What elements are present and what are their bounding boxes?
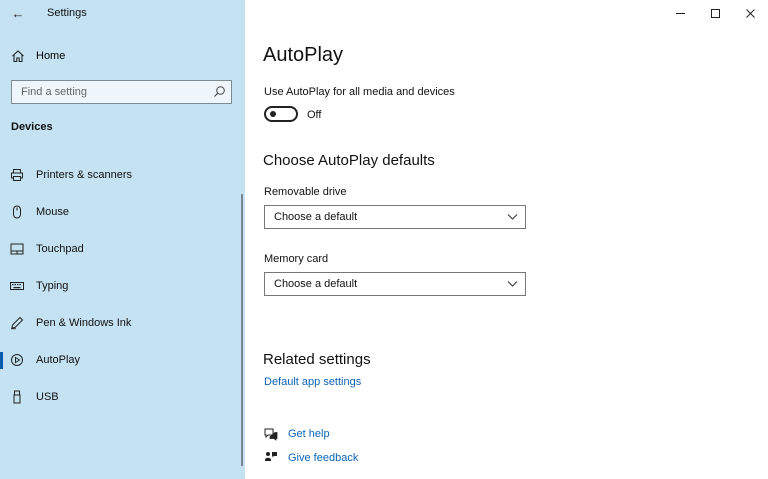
- autoplay-toggle-label: Use AutoPlay for all media and devices: [264, 86, 455, 98]
- search-input[interactable]: [12, 81, 202, 103]
- section-heading-devices: Devices: [11, 121, 53, 133]
- defaults-heading: Choose AutoPlay defaults: [263, 152, 435, 169]
- maximize-button[interactable]: [698, 3, 732, 23]
- selected-indicator: [0, 352, 3, 369]
- sidebar-scrollbar[interactable]: [241, 194, 243, 466]
- sidebar-item-autoplay[interactable]: AutoPlay: [0, 346, 245, 374]
- removable-drive-dropdown[interactable]: Choose a default: [264, 205, 526, 229]
- maximize-icon: [710, 8, 720, 18]
- sidebar-item-label: Mouse: [36, 206, 70, 218]
- back-button[interactable]: ←: [8, 4, 28, 22]
- keyboard-icon: [10, 282, 24, 290]
- sidebar-item-typing[interactable]: Typing: [0, 272, 245, 300]
- toggle-state-text: Off: [307, 109, 322, 121]
- home-icon: [12, 50, 24, 63]
- help-icon: [264, 428, 278, 441]
- sidebar-item-home[interactable]: Home: [0, 44, 245, 70]
- sidebar-item-label: Typing: [36, 280, 69, 292]
- minimize-icon: [675, 12, 685, 14]
- sidebar-item-label: Pen & Windows Ink: [36, 317, 132, 329]
- search-icon[interactable]: [213, 85, 226, 98]
- sidebar: ← Settings Home Devices Printers & scann…: [0, 0, 245, 479]
- main-content: AutoPlay Use AutoPlay for all media and …: [245, 0, 768, 479]
- sidebar-item-touchpad[interactable]: Touchpad: [0, 235, 245, 263]
- feedback-icon: [265, 452, 277, 461]
- sidebar-item-mouse[interactable]: Mouse: [0, 198, 245, 226]
- sidebar-item-label: Touchpad: [36, 243, 84, 255]
- sidebar-item-usb[interactable]: USB: [0, 383, 245, 411]
- printer-icon: [11, 169, 23, 181]
- memory-card-dropdown[interactable]: Choose a default: [264, 272, 526, 296]
- close-icon: [745, 8, 755, 18]
- close-button[interactable]: [733, 3, 767, 23]
- memory-card-label: Memory card: [264, 253, 329, 265]
- dropdown-value: Choose a default: [274, 278, 358, 290]
- search-box: [11, 80, 232, 104]
- default-app-settings-link[interactable]: Default app settings: [264, 376, 361, 388]
- dropdown-value: Choose a default: [274, 211, 358, 223]
- toggle-knob: [270, 111, 276, 117]
- pen-icon: [10, 316, 24, 330]
- related-settings-heading: Related settings: [263, 351, 371, 368]
- sidebar-item-label: AutoPlay: [36, 354, 81, 366]
- minimize-button[interactable]: [663, 3, 697, 23]
- sidebar-item-label: Printers & scanners: [36, 169, 132, 181]
- usb-icon: [13, 390, 21, 404]
- sidebar-item-pen[interactable]: Pen & Windows Ink: [0, 309, 245, 337]
- autoplay-toggle[interactable]: [264, 106, 298, 122]
- give-feedback-link[interactable]: Give feedback: [288, 452, 358, 464]
- page-title: AutoPlay: [263, 44, 344, 66]
- app-title: Settings: [47, 7, 87, 19]
- sidebar-item-printers[interactable]: Printers & scanners: [0, 161, 245, 189]
- removable-drive-label: Removable drive: [264, 186, 347, 198]
- touchpad-icon: [10, 243, 24, 255]
- chevron-down-icon: [507, 214, 518, 220]
- get-help-link[interactable]: Get help: [288, 428, 330, 440]
- chevron-down-icon: [507, 281, 518, 287]
- back-arrow-icon: ←: [11, 5, 25, 21]
- mouse-icon: [13, 205, 21, 219]
- home-label: Home: [36, 50, 66, 62]
- autoplay-icon: [11, 354, 23, 366]
- sidebar-item-label: USB: [36, 391, 59, 403]
